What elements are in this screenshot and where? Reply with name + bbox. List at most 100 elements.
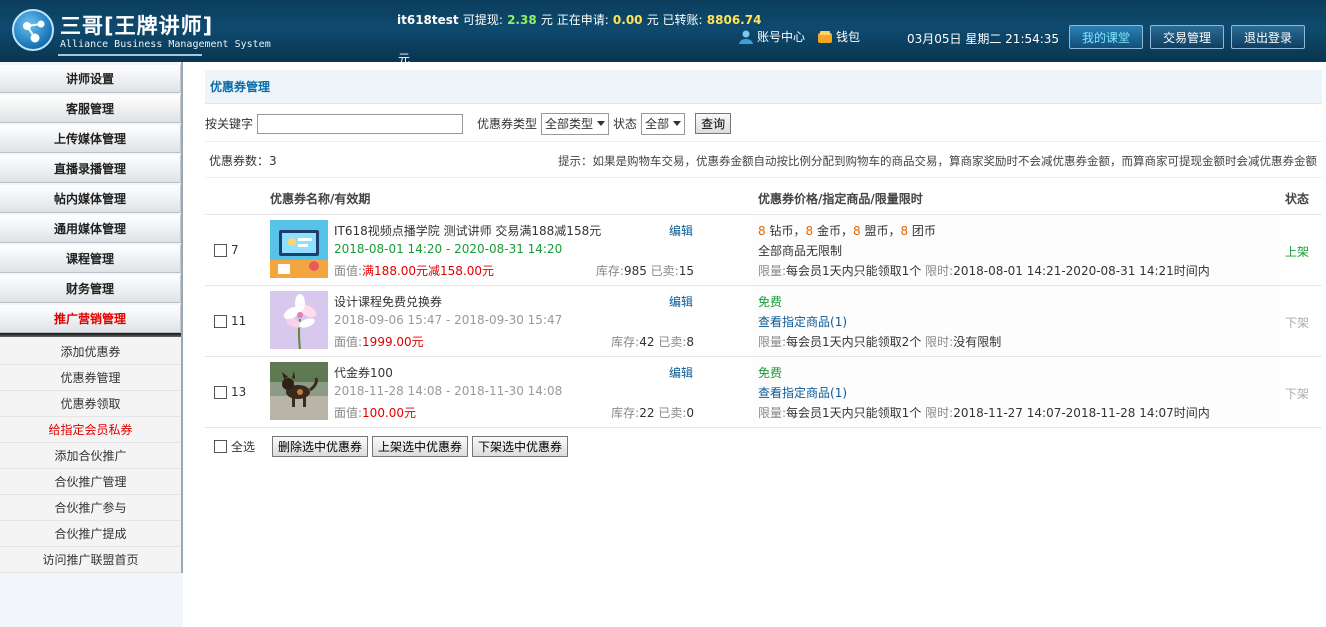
coupon-name: 代金券100 bbox=[334, 366, 393, 380]
account-center-link[interactable]: 账号中心 bbox=[738, 28, 805, 45]
logout-button[interactable]: 退出登录 bbox=[1231, 25, 1305, 49]
coupon-id: 7 bbox=[231, 243, 239, 257]
table-header: 优惠券名称/有效期 优惠券价格/指定商品/限量限时 状态 bbox=[205, 180, 1322, 215]
sold-value: 15 bbox=[678, 264, 694, 278]
query-button[interactable]: 查询 bbox=[695, 113, 732, 134]
sidebar-item-common-media[interactable]: 通用媒体管理 bbox=[0, 215, 181, 243]
stock-value: 22 bbox=[639, 406, 655, 420]
view-goods-label: 查看指定商品 bbox=[758, 386, 831, 400]
username: it618test bbox=[397, 13, 459, 27]
sidebar-edge bbox=[181, 62, 183, 573]
limit-text: 每会员1天内只能领取2个 bbox=[786, 335, 922, 349]
submenu-partner-promo-join[interactable]: 合伙推广参与 bbox=[0, 495, 181, 521]
coupon-count-label: 优惠券数： bbox=[209, 154, 270, 168]
brand-underline bbox=[58, 54, 202, 56]
select-all-checkbox[interactable] bbox=[214, 439, 227, 453]
top-header: 三哥[王牌讲师] Alliance Business Management Sy… bbox=[0, 0, 1326, 66]
view-goods-link[interactable]: 查看指定商品(1) bbox=[758, 384, 847, 401]
face-value-amount: 满188.00元减158.00元 bbox=[362, 264, 495, 278]
sidebar-item-courses[interactable]: 课程管理 bbox=[0, 245, 181, 273]
submenu-private-coupon[interactable]: 给指定会员私券 bbox=[0, 417, 181, 443]
trade-management-button[interactable]: 交易管理 bbox=[1150, 25, 1224, 49]
clock: 03月05日 星期二 21:54:35 bbox=[907, 32, 1060, 46]
coupon-limits: 限量:每会员1天内只能领取2个 限时:没有限制 bbox=[758, 333, 1001, 350]
coupon-stock: 库存:42 已卖:8 bbox=[611, 333, 694, 350]
price-group-value: 8 bbox=[900, 224, 909, 238]
sold-value: 0 bbox=[686, 406, 694, 420]
sidebar-item-post-media[interactable]: 帖内媒体管理 bbox=[0, 185, 181, 213]
bulk-actions: 全选 删除选中优惠券 上架选中优惠券 下架选中优惠券 bbox=[205, 428, 1322, 464]
row-select[interactable]: 13 bbox=[214, 385, 246, 399]
edit-link[interactable]: 编辑 bbox=[669, 222, 693, 239]
publish-selected-button[interactable]: 上架选中优惠券 bbox=[372, 435, 469, 457]
sidebar-item-teacher-settings[interactable]: 讲师设置 bbox=[0, 65, 181, 93]
withdrawable-label: 可提现: bbox=[462, 13, 503, 27]
coupon-type-select[interactable]: 全部类型 bbox=[541, 112, 610, 135]
view-goods-link[interactable]: 查看指定商品(1) bbox=[758, 313, 847, 330]
unpublish-selected-button[interactable]: 下架选中优惠券 bbox=[472, 435, 569, 457]
keyword-input[interactable] bbox=[257, 113, 464, 134]
coupon-id: 11 bbox=[231, 314, 247, 328]
limit-label: 限量: bbox=[758, 406, 787, 420]
submenu-partner-promo-commission[interactable]: 合伙推广提成 bbox=[0, 521, 181, 547]
submenu-coupon-management[interactable]: 优惠券管理 bbox=[0, 365, 181, 391]
coupon-validity: 2018-08-01 14:20 - 2020-08-31 14:20 bbox=[334, 242, 563, 256]
balance-summary: it618test 可提现: 2.38 元 正在申请: 0.00 元 已转账: … bbox=[397, 11, 761, 28]
price-group-unit: 团币 bbox=[911, 224, 936, 238]
price-gold-value: 8 bbox=[805, 224, 814, 238]
delete-selected-button[interactable]: 删除选中优惠券 bbox=[272, 435, 369, 457]
face-value-amount: 1999.00元 bbox=[362, 335, 424, 349]
brand-subtitle: Alliance Business Management System bbox=[60, 39, 271, 50]
status-badge[interactable]: 下架 bbox=[1285, 314, 1309, 331]
my-class-button[interactable]: 我的课堂 bbox=[1069, 25, 1143, 49]
status-label: 状态 bbox=[613, 117, 638, 131]
coupon-price: 免费 bbox=[758, 366, 783, 380]
row-checkbox[interactable] bbox=[214, 243, 227, 257]
row-checkbox[interactable] bbox=[214, 385, 227, 399]
stock-value: 985 bbox=[623, 264, 647, 278]
edit-link[interactable]: 编辑 bbox=[669, 364, 693, 381]
submenu-add-partner-promo[interactable]: 添加合伙推广 bbox=[0, 443, 181, 469]
coupon-thumbnail bbox=[270, 220, 328, 278]
select-all-label: 全选 bbox=[231, 439, 256, 454]
status-select[interactable]: 全部 bbox=[641, 112, 686, 135]
coupon-name: 设计课程免费兑换券 bbox=[334, 295, 443, 309]
chevron-down-icon bbox=[673, 121, 682, 126]
coupon-thumbnail bbox=[270, 291, 328, 349]
account-center-label: 账号中心 bbox=[757, 30, 806, 44]
edit-link[interactable]: 编辑 bbox=[669, 293, 693, 310]
submenu-visit-alliance-home[interactable]: 访问推广联盟首页 bbox=[0, 547, 181, 573]
goods-count: 1 bbox=[834, 386, 843, 400]
row-select[interactable]: 11 bbox=[214, 314, 246, 328]
coupon-face-value: 面值:100.00元 bbox=[334, 404, 416, 421]
time-text: 2018-11-27 14:07-2018-11-28 14:07时间内 bbox=[953, 406, 1210, 420]
submenu-coupon-claims[interactable]: 优惠券领取 bbox=[0, 391, 181, 417]
submenu-add-coupon[interactable]: 添加优惠券 bbox=[0, 339, 181, 365]
sidebar-item-customer-service[interactable]: 客服管理 bbox=[0, 95, 181, 123]
face-value-label: 面值: bbox=[334, 335, 363, 349]
row-checkbox[interactable] bbox=[214, 314, 227, 328]
stock-value: 42 bbox=[639, 335, 655, 349]
status-badge[interactable]: 下架 bbox=[1285, 385, 1309, 402]
time-label: 限时: bbox=[925, 335, 954, 349]
status-badge[interactable]: 上架 bbox=[1285, 243, 1309, 260]
wallet-link[interactable]: 钱包 bbox=[817, 28, 860, 45]
sidebar-item-upload-media[interactable]: 上传媒体管理 bbox=[0, 125, 181, 153]
status-value: 全部 bbox=[645, 117, 670, 131]
transferred-amount: 8806.74 bbox=[706, 13, 762, 27]
select-all[interactable]: 全选 bbox=[214, 438, 255, 455]
goods-count: 1 bbox=[834, 315, 843, 329]
coupon-validity: 2018-11-28 14:08 - 2018-11-30 14:08 bbox=[334, 384, 563, 398]
sidebar-item-live-recording[interactable]: 直播录播管理 bbox=[0, 155, 181, 183]
withdrawable-amount: 2.38 bbox=[507, 13, 537, 27]
row-select[interactable]: 7 bbox=[214, 243, 239, 257]
keyword-label: 按关键字 bbox=[205, 117, 254, 131]
limit-text: 每会员1天内只能领取1个 bbox=[786, 406, 922, 420]
stock-label: 库存: bbox=[595, 264, 624, 278]
main-content: 优惠券管理 按关键字 优惠券类型 全部类型 状态 全部 查询 优惠券数：3 提示… bbox=[200, 62, 1326, 627]
sidebar-item-finance[interactable]: 财务管理 bbox=[0, 275, 181, 303]
price-alliance-unit: 盟币， bbox=[864, 224, 901, 238]
sidebar-item-promotion[interactable]: 推广营销管理 bbox=[0, 305, 181, 333]
coupon-stock: 库存:985 已卖:15 bbox=[596, 262, 694, 279]
submenu-partner-promo-management[interactable]: 合伙推广管理 bbox=[0, 469, 181, 495]
